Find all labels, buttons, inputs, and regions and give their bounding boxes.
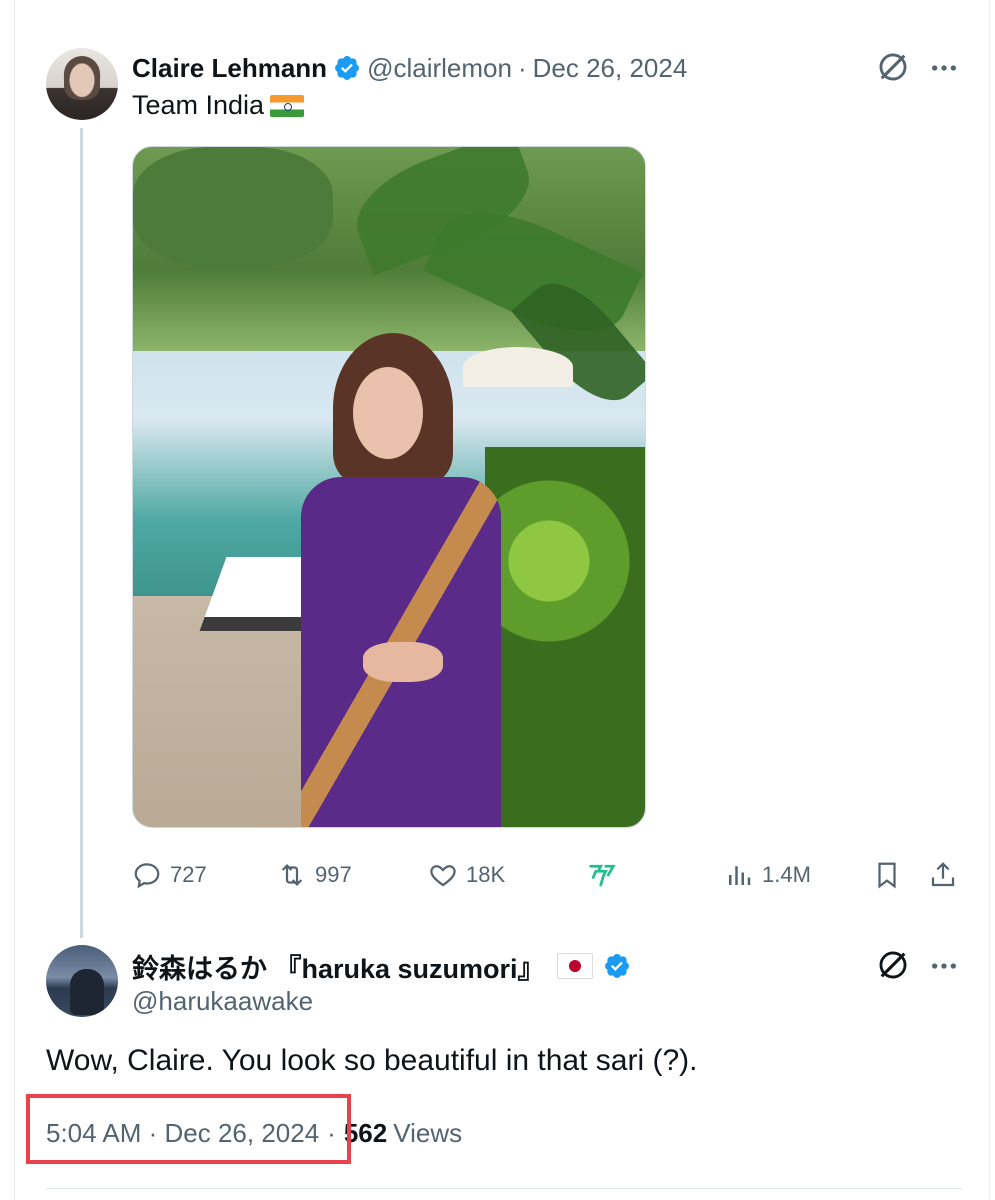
share-button[interactable] [928,860,958,890]
views-button[interactable]: 1.4M [724,860,811,890]
frame-right-border [989,0,990,1200]
tweet1-separator: · [517,52,527,83]
tweet2-author-name[interactable]: 鈴森はるか 『haruka suzumori』 [132,947,545,986]
tweet1-handle[interactable]: @clairlemon [367,53,512,84]
palm-foliage [133,147,333,267]
grok-icon[interactable] [876,948,910,982]
like-button[interactable]: 18K [428,860,505,890]
avatar-haruka[interactable] [46,945,118,1017]
retweet-count: 997 [315,862,352,887]
tweet2-header: 鈴森はるか 『haruka suzumori』 [132,948,637,984]
retweet-icon [281,864,303,886]
avatar-claire[interactable] [46,48,118,120]
person-face [353,367,423,459]
tweet1-author-name[interactable]: Claire Lehmann [132,53,327,84]
like-icon [430,865,456,887]
bookmark-icon [878,862,896,889]
tweet2-handle[interactable]: @harukaawake [132,986,313,1017]
reply-count: 727 [170,862,207,887]
like-count: 18K [466,862,506,887]
reply-icon [134,863,160,889]
thread-connector-line [80,128,83,938]
verified-badge-icon [604,954,629,978]
bookmark-button[interactable] [872,860,902,890]
umbrella [463,347,573,387]
more-icon[interactable] [928,52,960,84]
retweet-button[interactable]: 997 [277,860,352,890]
views-icon [729,866,751,885]
grok-analytics-button[interactable] [587,860,617,890]
verified-badge-icon [335,56,360,80]
tweet1-header: Claire Lehmann @clairlemon · Dec 26, 202… [132,50,687,86]
japan-flag-icon [556,953,593,979]
bush [485,447,645,827]
more-icon[interactable] [928,950,960,982]
india-flag-icon [270,95,305,117]
tweet2-text: Wow, Claire. You look so beautiful in th… [46,1044,698,1077]
reply-button[interactable]: 727 [132,860,207,890]
person-midriff [363,642,443,682]
bottom-divider [46,1188,962,1189]
tweet2-views-label: Views [393,1118,463,1148]
share-icon [931,862,955,887]
tweet1-text: Team India [132,90,305,121]
tweet1-photo[interactable] [132,146,646,828]
tweet1-actions: 727 997 18K 1.4M [132,860,962,900]
views-count: 1.4M [762,862,811,887]
grok-icon [589,864,616,887]
grok-icon[interactable] [876,50,910,84]
tweet1-date[interactable]: Dec 26, 2024 [533,53,688,84]
tweet1-text-content: Team India [132,90,265,120]
frame-left-border [14,0,15,1200]
timestamp-highlight-box [26,1094,351,1164]
